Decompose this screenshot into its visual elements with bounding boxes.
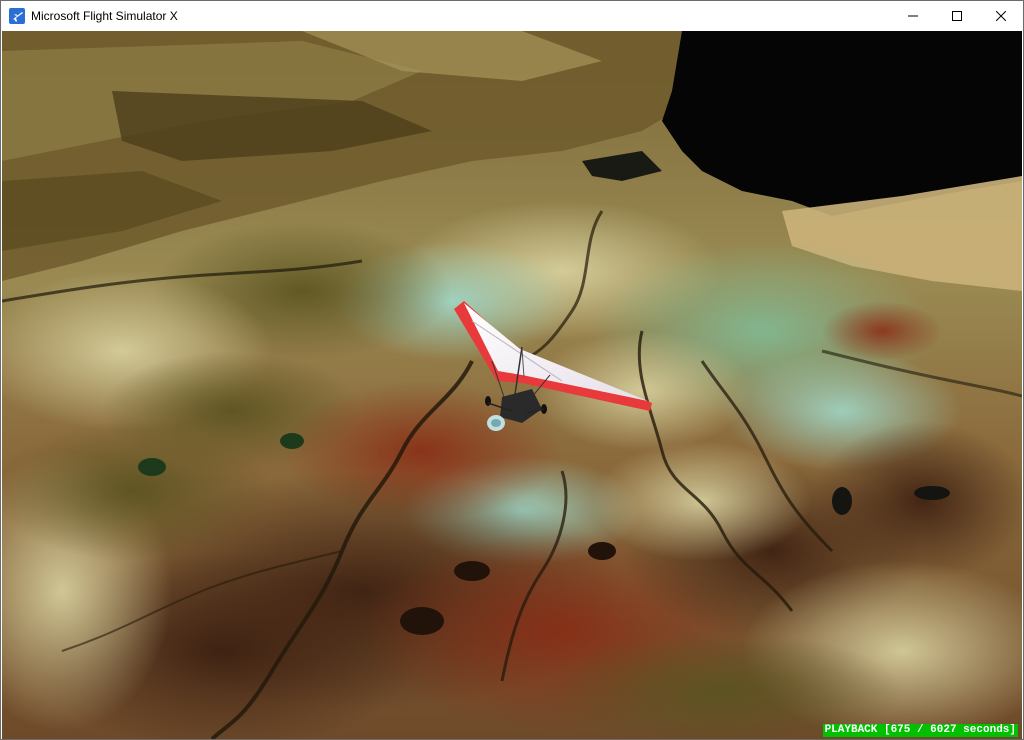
minimize-button[interactable]	[891, 1, 935, 30]
maximize-icon	[952, 10, 962, 21]
simulator-viewport[interactable]: PLAYBACK [675 / 6027 seconds]	[2, 31, 1022, 739]
close-button[interactable]	[979, 1, 1023, 30]
title-bar[interactable]: Microsoft Flight Simulator X	[1, 1, 1023, 30]
playback-status: PLAYBACK [675 / 6027 seconds]	[822, 724, 1018, 737]
app-window: Microsoft Flight Simulator X PLAYBACK [6…	[0, 0, 1024, 740]
window-title: Microsoft Flight Simulator X	[31, 9, 178, 23]
terrain-scene	[2, 31, 1022, 739]
close-icon	[996, 10, 1006, 21]
airplane-icon	[9, 8, 25, 24]
minimize-icon	[908, 15, 918, 16]
maximize-button[interactable]	[935, 1, 979, 30]
